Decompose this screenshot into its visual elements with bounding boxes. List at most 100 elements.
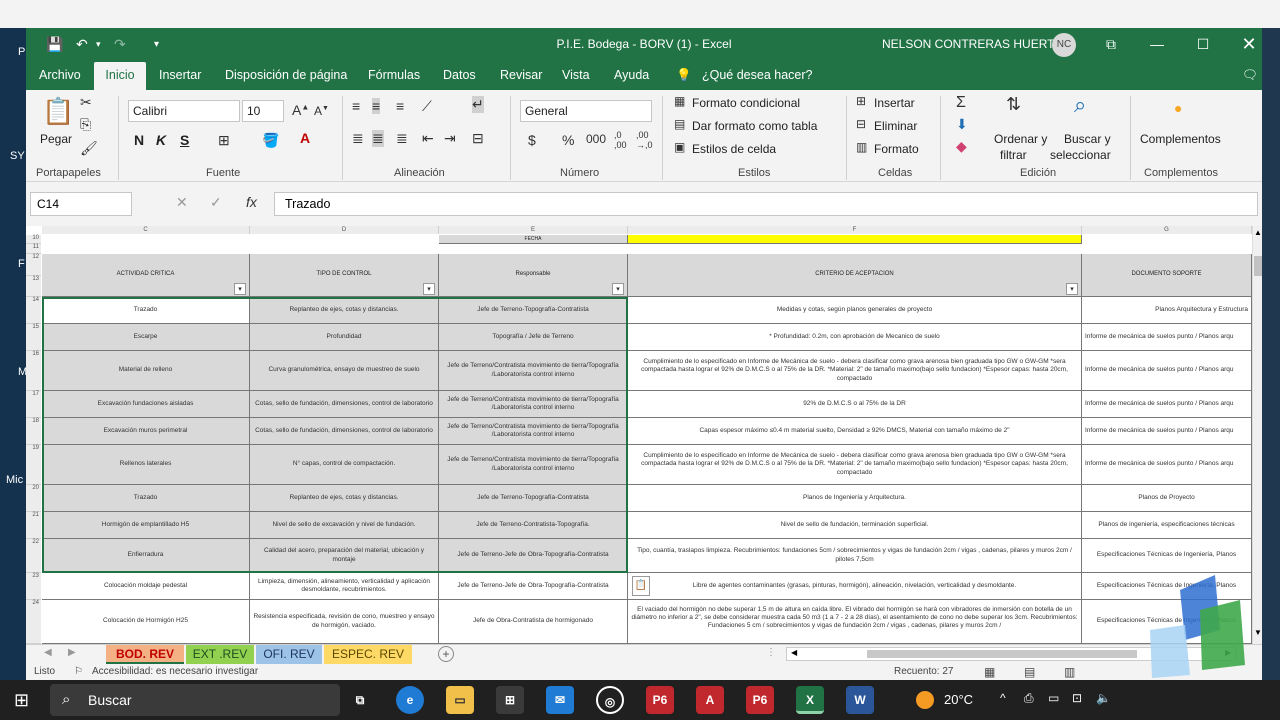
tab-ext-rev[interactable]: EXT .REV <box>186 645 254 664</box>
volume-icon[interactable]: 🔈 <box>1096 691 1111 705</box>
row-header[interactable]: 19 <box>26 445 41 485</box>
format-painter-icon[interactable]: 🖌 <box>80 140 98 157</box>
menu-insertar[interactable]: Insertar <box>159 68 201 82</box>
user-name[interactable]: NELSON CONTRERAS HUERTA <box>882 37 1062 51</box>
filter-dropdown-icon[interactable]: ▾ <box>1066 283 1078 295</box>
table-cell[interactable]: Rellenos laterales <box>42 445 250 485</box>
page-break-icon[interactable]: ▥ <box>1064 665 1075 679</box>
addins-icon[interactable]: ● <box>1174 100 1182 116</box>
menu-revisar[interactable]: Revisar <box>500 68 542 82</box>
find-select-label-2[interactable]: seleccionar <box>1050 148 1111 162</box>
tab-scroll-left-icon[interactable]: ◀ <box>44 647 52 658</box>
column-header[interactable]: G <box>1082 226 1252 234</box>
clear-icon[interactable]: ◆ <box>956 138 967 155</box>
row-header[interactable]: 24 <box>26 600 41 644</box>
table-cell[interactable]: Nivel de sello de excavación y nivel de … <box>250 512 439 539</box>
tray-device-icon[interactable]: ⎙ <box>1024 691 1034 706</box>
italic-button[interactable]: K <box>156 132 166 148</box>
enter-icon[interactable]: ✓ <box>210 194 222 211</box>
autocad-icon[interactable]: A <box>696 686 724 714</box>
table-cell[interactable]: Calidad del acero, preparación del mater… <box>250 539 439 573</box>
cell-styles-button[interactable]: Estilos de celda <box>692 142 776 156</box>
ribbon-display-icon[interactable]: ⧉ <box>1088 28 1134 60</box>
highlight-cell[interactable] <box>628 235 1082 244</box>
table-cell[interactable]: Jefe de Terreno-Jefe de Obra-Topografía-… <box>439 539 628 573</box>
table-cell[interactable]: Colocación moldaje pedestal <box>42 573 250 600</box>
table-cell[interactable]: Medidas y cotas, según planos generales … <box>628 297 1082 324</box>
table-cell[interactable]: Informe de mecánica de suelos punto / Pl… <box>1082 391 1252 418</box>
maximize-icon[interactable]: ☐ <box>1180 28 1226 60</box>
table-cell[interactable]: Trazado <box>42 485 250 512</box>
menu-inicio[interactable]: Inicio <box>94 62 146 90</box>
search-icon[interactable]: ⌕ <box>1074 92 1086 118</box>
primavera-p6-icon[interactable]: P6 <box>646 686 674 714</box>
currency-icon[interactable]: $ <box>528 132 536 148</box>
table-cell[interactable]: Trazado <box>42 297 250 324</box>
filter-dropdown-icon[interactable]: ▾ <box>234 283 246 295</box>
fecha-cell[interactable]: FECHA <box>439 235 628 244</box>
table-cell[interactable]: Informe de mecánica de suelos punto / Pl… <box>1082 418 1252 445</box>
comma-style-icon[interactable]: 000 <box>586 132 606 146</box>
scroll-thumb[interactable] <box>1254 256 1262 276</box>
network-icon[interactable]: ⊡ <box>1072 691 1082 705</box>
tab-ofi-rev[interactable]: OFI. REV <box>256 645 322 664</box>
addins-button[interactable]: Complementos <box>1140 132 1221 146</box>
add-sheet-icon[interactable]: + <box>438 646 454 662</box>
menu-archivo[interactable]: Archivo <box>39 68 81 82</box>
column-header[interactable]: D <box>250 226 439 234</box>
normal-view-icon[interactable]: ▦ <box>984 665 995 679</box>
name-box[interactable]: C14 <box>30 192 132 216</box>
file-explorer-icon[interactable]: ▭ <box>446 686 474 714</box>
weather-icon[interactable] <box>916 691 934 709</box>
menu-datos[interactable]: Datos <box>443 68 476 82</box>
windows-start-icon[interactable]: ⊞ <box>14 690 29 711</box>
accessibility-status[interactable]: Accesibilidad: es necesario investigar <box>92 666 258 677</box>
excel-icon[interactable]: X <box>796 686 824 714</box>
insert-cells-button[interactable]: Insertar <box>874 96 915 110</box>
comments-icon[interactable]: 🗨 <box>1242 68 1258 83</box>
sort-filter-icon[interactable]: ⇅ <box>1006 94 1021 115</box>
table-cell[interactable]: Tipo, cuantía, traslapos limpieza. Recub… <box>628 539 1082 573</box>
store-icon[interactable]: ⊞ <box>496 686 524 714</box>
table-cell[interactable]: Cumplimiento de lo especificado en Infor… <box>628 351 1082 391</box>
table-cell[interactable]: Cumplimiento de lo especificado en Infor… <box>628 445 1082 485</box>
table-cell[interactable]: Informe de mecánica de suelos punto / Pl… <box>1082 324 1252 351</box>
table-cell[interactable]: Limpieza, dimensión, alineamiento, verti… <box>250 573 439 600</box>
table-cell[interactable]: Profundidad <box>250 324 439 351</box>
row-header[interactable]: 10 <box>26 235 41 244</box>
header-documento[interactable]: DOCUMENTO SOPORTE <box>1082 254 1252 297</box>
spreadsheet-grid[interactable]: C D E F G 10 11 12 13 FECHA ACTIVIDAD CR… <box>26 226 1262 644</box>
table-cell[interactable]: Cotas, sello de fundación, dimensiones, … <box>250 418 439 445</box>
row-header[interactable]: 23 <box>26 573 41 600</box>
number-format-select[interactable]: General <box>520 100 652 122</box>
conditional-format-button[interactable]: Formato condicional <box>692 96 800 110</box>
table-cell[interactable]: Jefe de Terreno-Topografía-Contratista <box>439 297 628 324</box>
header-criterio[interactable]: CRITERIO DE ACEPTACION <box>628 254 1082 297</box>
table-cell[interactable]: Colocación de Hormigón H25 <box>42 600 250 644</box>
minimize-icon[interactable]: — <box>1134 28 1180 60</box>
table-cell[interactable]: Planos de Proyecto <box>1082 485 1252 512</box>
column-header[interactable]: C <box>42 226 250 234</box>
format-as-table-button[interactable]: Dar formato como tabla <box>692 119 817 133</box>
hscroll-left-icon[interactable]: ◀ <box>791 648 797 657</box>
formula-input[interactable]: Trazado <box>274 192 1258 216</box>
table-cell[interactable]: Jefe de Obra-Contratista de hormigonado <box>439 600 628 644</box>
table-cell[interactable]: Planos Arquitectura y Estructura <box>1082 297 1252 324</box>
table-cell[interactable]: Replanteo de ejes, cotas y distancias. <box>250 297 439 324</box>
table-cell[interactable]: Jefe de Terreno-Jefe de Obra-Topografía-… <box>439 573 628 600</box>
format-cells-button[interactable]: Formato <box>874 142 919 156</box>
weather-temperature[interactable]: 20°C <box>944 692 973 707</box>
row-header[interactable]: 17 <box>26 391 41 418</box>
row-header[interactable]: 21 <box>26 512 41 539</box>
paste-icon[interactable]: 📋 <box>42 96 74 127</box>
table-cell[interactable]: Jefe de Terreno/Contratista movimiento d… <box>439 445 628 485</box>
table-cell[interactable]: Escarpe <box>42 324 250 351</box>
table-cell[interactable]: Especificaciones Técnicas de Ingeniería,… <box>1082 539 1252 573</box>
row-header[interactable]: 15 <box>26 324 41 351</box>
menu-vista[interactable]: Vista <box>562 68 590 82</box>
tray-display-icon[interactable]: ▭ <box>1048 691 1059 705</box>
underline-button[interactable]: S <box>180 132 189 148</box>
borders-icon[interactable]: ⊞ <box>218 132 230 149</box>
edge-icon[interactable]: e <box>396 686 424 714</box>
table-cell[interactable]: Planos de Ingeniería y Arquitectura. <box>628 485 1082 512</box>
